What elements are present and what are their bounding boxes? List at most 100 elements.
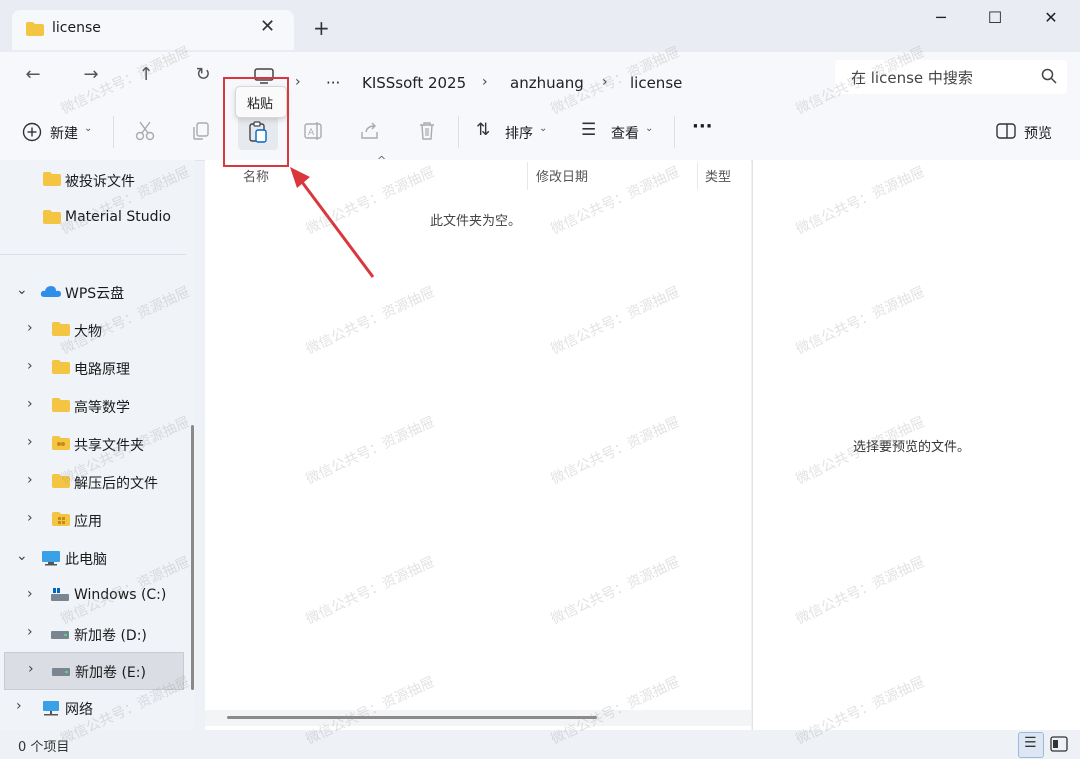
cloud-icon	[40, 286, 61, 297]
preview-message: 选择要预览的文件。	[853, 440, 971, 455]
folder-icon	[52, 322, 70, 336]
sidebar-item-extracted[interactable]: › 解压后的文件	[0, 464, 186, 500]
chevron-right-icon: ›	[27, 472, 33, 488]
breadcrumb-anzhuang[interactable]: anzhuang	[510, 74, 584, 92]
tiles-view-button[interactable]	[1048, 733, 1070, 755]
chevron-right-icon: ›	[27, 434, 33, 450]
sort-icon: ⇅	[476, 120, 491, 140]
copy-icon[interactable]	[190, 120, 212, 142]
sidebar-item-label: 电路原理	[74, 362, 130, 378]
divider	[113, 116, 114, 148]
shared-folder-icon	[52, 436, 70, 450]
sort-button[interactable]: ⇅ 排序 ⌄	[476, 118, 556, 146]
address-row: ← → ↑ ↻ › ··· KISSsoft 2025 › anzhuang ›…	[0, 52, 1080, 104]
sidebar-item-complaint-files[interactable]: 被投诉文件	[0, 162, 186, 198]
breadcrumb-license[interactable]: license	[630, 74, 682, 92]
sidebar-item-this-pc[interactable]: ⌄ 此电脑	[0, 540, 186, 576]
search-icon	[1041, 68, 1057, 84]
sidebar-item-label: 大物	[74, 324, 102, 340]
sidebar-item-label: 新加卷 (D:)	[74, 628, 147, 644]
network-icon	[43, 701, 59, 716]
rename-icon[interactable]: A	[303, 120, 325, 142]
chevron-right-icon: ›	[16, 698, 22, 714]
maximize-button[interactable]: ☐	[972, 8, 1018, 30]
horizontal-scrollbar[interactable]	[227, 716, 597, 719]
up-button[interactable]: ↑	[131, 64, 161, 85]
chevron-right-icon: ›	[295, 74, 301, 90]
preview-pane-icon	[996, 123, 1016, 139]
chevron-right-icon: ›	[27, 396, 33, 412]
folder-icon	[26, 22, 44, 36]
command-bar: 新建 ⌄ A ⇅ 排序 ⌄ ☰ 查看 ⌄ ··· 预览	[0, 104, 1080, 161]
new-button[interactable]: 新建 ⌄	[20, 118, 100, 146]
minimize-button[interactable]: ─	[918, 8, 964, 30]
preview-pane-button[interactable]: 预览	[994, 118, 1064, 146]
plus-circle-icon	[22, 122, 42, 142]
chevron-down-icon: ⌄	[84, 123, 93, 134]
cut-icon[interactable]	[134, 120, 156, 142]
chevron-down-icon: ⌄	[645, 123, 654, 134]
refresh-button[interactable]: ↻	[188, 64, 218, 85]
sidebar-item-wps-cloud[interactable]: ⌄ WPS云盘	[0, 274, 186, 310]
drive-icon	[51, 631, 69, 639]
sidebar-scrollbar[interactable]	[191, 425, 194, 690]
view-icon: ☰	[581, 120, 597, 140]
sidebar-item-drive-e[interactable]: › 新加卷 (E:)	[4, 652, 184, 690]
sidebar-item-label: Windows (C:)	[74, 587, 167, 603]
sidebar-item-material-studio[interactable]: Material Studio	[0, 200, 186, 236]
divider	[458, 116, 459, 148]
more-options-button[interactable]: ···	[692, 116, 713, 137]
chevron-right-icon: ›	[27, 510, 33, 526]
close-window-button[interactable]: ✕	[1028, 8, 1074, 30]
details-view-button[interactable]: ☰	[1018, 732, 1044, 758]
drive-icon	[52, 668, 70, 676]
address-bar[interactable]: › ··· KISSsoft 2025 › anzhuang › license	[242, 60, 822, 94]
folder-icon	[43, 172, 61, 186]
forward-button[interactable]: →	[76, 64, 106, 85]
chevron-right-icon: ›	[602, 74, 608, 90]
share-icon[interactable]	[359, 120, 381, 142]
column-header-name[interactable]: 名称	[243, 166, 269, 185]
empty-folder-message: 此文件夹为空。	[430, 214, 522, 229]
sidebar-item-drive-c[interactable]: › Windows (C:)	[0, 578, 186, 614]
item-count: 0 个项目	[18, 740, 70, 755]
breadcrumb-kisssoft[interactable]: KISSsoft 2025	[362, 74, 466, 92]
folder-icon	[52, 474, 70, 488]
tab-license[interactable]: license ✕	[12, 10, 294, 50]
preview-pane: 选择要预览的文件。	[752, 160, 1080, 730]
column-divider[interactable]	[527, 162, 528, 190]
view-label: 查看	[611, 126, 639, 142]
sidebar-item-physics[interactable]: › 大物	[0, 312, 186, 348]
chevron-right-icon: ›	[27, 586, 33, 602]
chevron-right-icon: ›	[27, 358, 33, 374]
sidebar-item-apps[interactable]: › 应用	[0, 502, 186, 538]
sidebar-item-label: Material Studio	[65, 209, 171, 225]
breadcrumb-more[interactable]: ···	[326, 74, 340, 92]
sidebar-item-math[interactable]: › 高等数学	[0, 388, 186, 424]
sidebar-item-shared-folder[interactable]: › 共享文件夹	[0, 426, 186, 462]
navigation-pane: 被投诉文件 Material Studio ⌄ WPS云盘 › 大物 › 电路原…	[0, 160, 195, 730]
view-button[interactable]: ☰ 查看 ⌄	[581, 118, 661, 146]
svg-text:A: A	[308, 128, 315, 138]
sidebar-item-drive-d[interactable]: › 新加卷 (D:)	[0, 616, 186, 652]
tab-close-button[interactable]: ✕	[260, 16, 275, 37]
search-placeholder: 在 license 中搜索	[851, 69, 973, 87]
column-divider[interactable]	[697, 162, 698, 190]
tab-title: license	[52, 20, 101, 36]
chevron-right-icon: ›	[27, 624, 33, 640]
column-header-date[interactable]: 修改日期	[536, 166, 588, 185]
back-button[interactable]: ←	[18, 64, 48, 85]
annotation-highlight-box	[223, 77, 289, 167]
sidebar-item-circuits[interactable]: › 电路原理	[0, 350, 186, 386]
tab-bar: license ✕ + ─ ☐ ✕	[0, 0, 1080, 52]
sidebar-item-network[interactable]: › 网络	[0, 690, 186, 726]
search-input[interactable]: 在 license 中搜索	[835, 60, 1067, 94]
new-tab-button[interactable]: +	[313, 16, 330, 40]
sidebar-item-label: 共享文件夹	[74, 438, 144, 454]
chevron-right-icon: ›	[27, 320, 33, 336]
column-header-type[interactable]: 类型	[705, 166, 731, 185]
delete-icon[interactable]	[416, 120, 438, 142]
tiles-view-icon	[1050, 736, 1068, 752]
chevron-down-icon: ⌄	[539, 123, 548, 134]
sidebar-item-label: 网络	[65, 702, 93, 718]
